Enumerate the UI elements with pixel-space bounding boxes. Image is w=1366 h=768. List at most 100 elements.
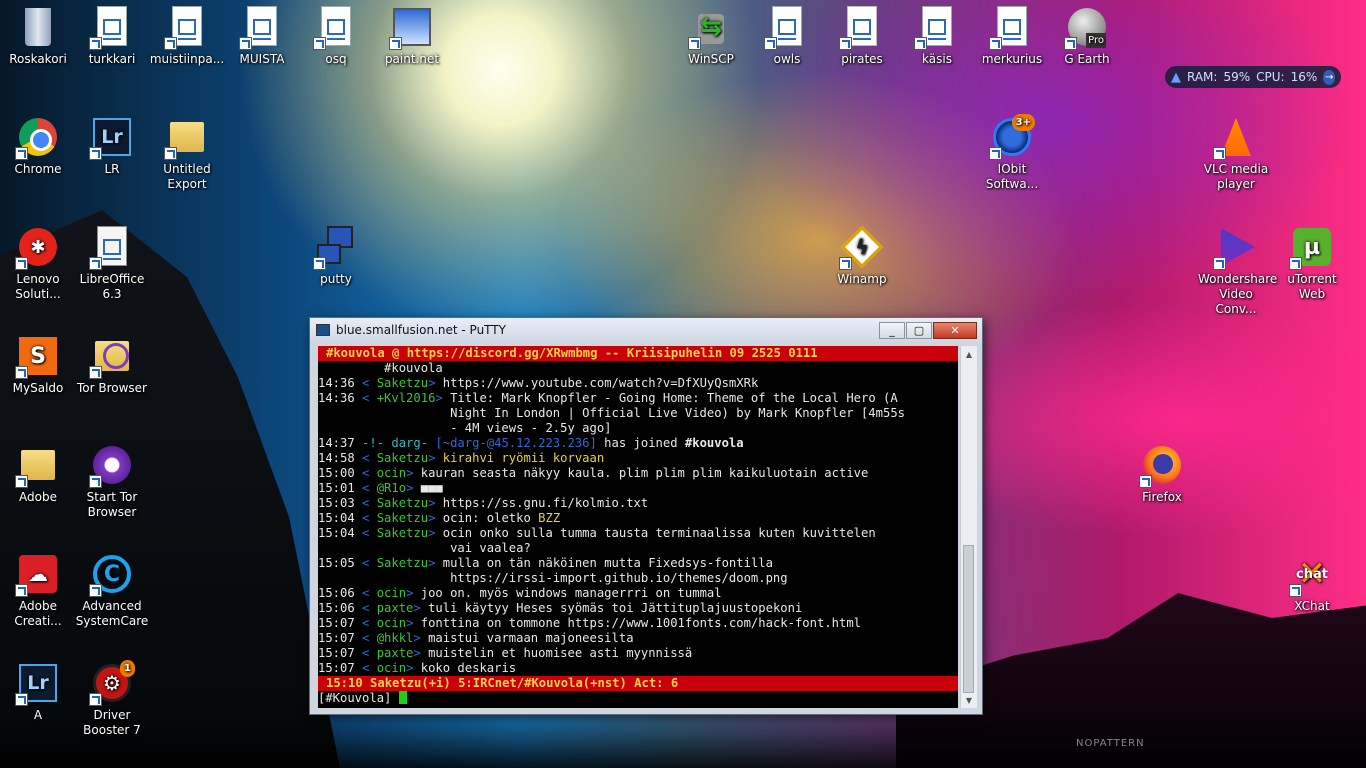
maximize-button[interactable]: ▢: [906, 321, 932, 339]
desktop-icon-label: muistiinpa...: [149, 52, 225, 66]
message-text: kauran seasta näkyy kaula. plim plim pli…: [420, 466, 869, 480]
chat-line: 15:06 < ocin> joo on. myös windows manag…: [318, 586, 722, 600]
nick: Saketzu: [376, 451, 429, 465]
timestamp: 15:07: [318, 616, 355, 630]
message-text: - 4M views - 2.5y ago]: [318, 421, 612, 435]
putty-titlebar[interactable]: blue.smallfusion.net - PuTTY _ ▢ ✕: [310, 318, 982, 342]
desktop-icon[interactable]: turkkari: [74, 4, 150, 67]
desktop-icon[interactable]: putty: [298, 224, 374, 287]
message-text: koko deskaris: [420, 661, 517, 675]
desktop-icon[interactable]: Tor Browser: [74, 333, 150, 396]
desktop-icon[interactable]: Start Tor Browser: [74, 442, 150, 520]
desktop-icon-label: pirates: [841, 52, 883, 66]
putty-window[interactable]: blue.smallfusion.net - PuTTY _ ▢ ✕ #kouv…: [309, 317, 983, 715]
lightroom-icon: Lr: [15, 660, 61, 706]
nick: Saketzu: [376, 556, 429, 570]
desktop-icon-label: MySaldo: [12, 381, 64, 395]
hostmask: [~darg-@45.12.223.236]: [435, 436, 597, 450]
shortcut-arrow-icon: [89, 584, 102, 597]
shortcut-arrow-icon: [914, 37, 927, 50]
desktop-icon[interactable]: MUISTA: [224, 4, 300, 67]
desktop-icon-label: Wondershare Video Conv...: [1198, 272, 1278, 316]
timestamp: 15:00: [318, 466, 355, 480]
channel-name: #kouvola: [684, 436, 744, 450]
desktop-icon[interactable]: ✱ Lenovo Soluti...: [0, 224, 76, 302]
timestamp: 15:07: [318, 631, 355, 645]
nick: ocin: [376, 661, 407, 675]
desktop-icon-label: MUISTA: [239, 52, 285, 66]
driver-booster-icon: ⚙ 1: [89, 660, 135, 706]
shortcut-arrow-icon: [764, 37, 777, 50]
advanced-systemcare-icon: C: [89, 551, 135, 597]
shortcut-arrow-icon: [313, 257, 326, 270]
desktop-icon-label: Untitled Export: [163, 162, 211, 191]
nick: ocin: [376, 586, 407, 600]
message-text: #kouvola: [318, 361, 443, 375]
scrollbar-thumb[interactable]: [963, 545, 974, 693]
timestamp: 15:07: [318, 661, 355, 675]
chat-line: vai vaalea?: [318, 541, 958, 556]
cursor: [398, 691, 407, 704]
desktop-icon[interactable]: Untitled Export: [149, 114, 225, 192]
close-button[interactable]: ✕: [933, 321, 977, 339]
minimize-button[interactable]: _: [879, 321, 905, 339]
desktop-icon[interactable]: µ uTorrent Web: [1274, 224, 1350, 302]
chat-line: 15:05 < Saketzu> mulla on tän näköinen m…: [318, 556, 773, 570]
desktop-icon[interactable]: Roskakori: [0, 4, 76, 67]
badge: Pro: [1086, 33, 1106, 48]
desktop-icon[interactable]: VLC media player: [1198, 114, 1274, 192]
shortcut-arrow-icon: [15, 693, 28, 706]
desktop-icon[interactable]: ⚙ 1 Driver Booster 7: [74, 660, 150, 738]
desktop-icon[interactable]: Adobe: [0, 442, 76, 505]
shortcut-arrow-icon: [989, 37, 1002, 50]
scroll-up-icon[interactable]: ▲: [961, 346, 977, 362]
desktop-icon[interactable]: C Advanced SystemCare: [74, 551, 150, 629]
desktop-icon[interactable]: ⇆ WinSCP: [673, 4, 749, 67]
desktop-icon[interactable]: Chrome: [0, 114, 76, 177]
timestamp: 14:36: [318, 376, 355, 390]
desktop-icon[interactable]: 3+ IObit Softwa...: [974, 114, 1050, 192]
putty-app-icon[interactable]: [316, 324, 330, 336]
arrow-right-icon[interactable]: →: [1323, 69, 1335, 85]
scrollbar[interactable]: ▲ ▼: [960, 346, 977, 708]
desktop-icon[interactable]: owls: [749, 4, 825, 67]
desktop-icon[interactable]: käsis: [899, 4, 975, 67]
window-title: blue.smallfusion.net - PuTTY: [336, 323, 506, 337]
desktop-icon[interactable]: S MySaldo: [0, 333, 76, 396]
desktop-icon[interactable]: LibreOffice 6.3: [74, 224, 150, 302]
desktop-icon[interactable]: pirates: [824, 4, 900, 67]
desktop-icon[interactable]: ☁ Adobe Creati...: [0, 551, 76, 629]
desktop-icon[interactable]: Lr A: [0, 660, 76, 723]
desktop-icon[interactable]: Firefox: [1124, 442, 1200, 505]
chat-line: 15:04 < Saketzu> ocin onko sulla tumma t…: [318, 526, 876, 540]
chat-line: - 4M views - 2.5y ago]: [318, 421, 958, 436]
desktop-icon[interactable]: paint.net: [374, 4, 450, 67]
desktop-icon[interactable]: merkurius: [974, 4, 1050, 67]
desktop-icon-label: Driver Booster 7: [83, 708, 141, 737]
scroll-down-icon[interactable]: ▼: [961, 692, 977, 708]
system-monitor-widget[interactable]: ▲ RAM: 59% CPU: 16% →: [1165, 66, 1341, 88]
desktop-icon[interactable]: ✕ chat XChat: [1274, 551, 1350, 614]
terminal[interactable]: #kouvola @ https://discord.gg/XRwmbmg --…: [318, 346, 958, 708]
desktop-icon[interactable]: osq: [298, 4, 374, 67]
desktop-icon-label: A: [33, 708, 43, 722]
shortcut-arrow-icon: [89, 37, 102, 50]
nick: @R1o: [376, 481, 407, 495]
message-text: maistui varmaan majoneesilta: [428, 631, 634, 645]
desktop-icon[interactable]: Wondershare Video Conv...: [1198, 224, 1278, 317]
desktop-icon[interactable]: Lr LR: [74, 114, 150, 177]
chat-line: 14:36 < +Kvl2016> Title: Mark Knopfler -…: [318, 391, 898, 405]
desktop-icon[interactable]: muistiinpa...: [149, 4, 225, 67]
writer-doc-icon: [764, 4, 810, 50]
message-text: joo on. myös windows managerrri on tumma…: [420, 586, 722, 600]
iobit-icon: 3+: [989, 114, 1035, 160]
wondershare-icon: [1213, 224, 1259, 270]
desktop-icon[interactable]: Pro G Earth: [1049, 4, 1125, 67]
desktop-icon[interactable]: ϟ Winamp: [824, 224, 900, 287]
badge: 3+: [1011, 114, 1035, 131]
desktop-icon-label: putty: [320, 272, 352, 286]
writer-doc-icon: [989, 4, 1035, 50]
nick: Saketzu: [376, 526, 429, 540]
message-text: has joined: [596, 436, 685, 450]
input-line[interactable]: [#Kouvola]: [318, 691, 958, 706]
